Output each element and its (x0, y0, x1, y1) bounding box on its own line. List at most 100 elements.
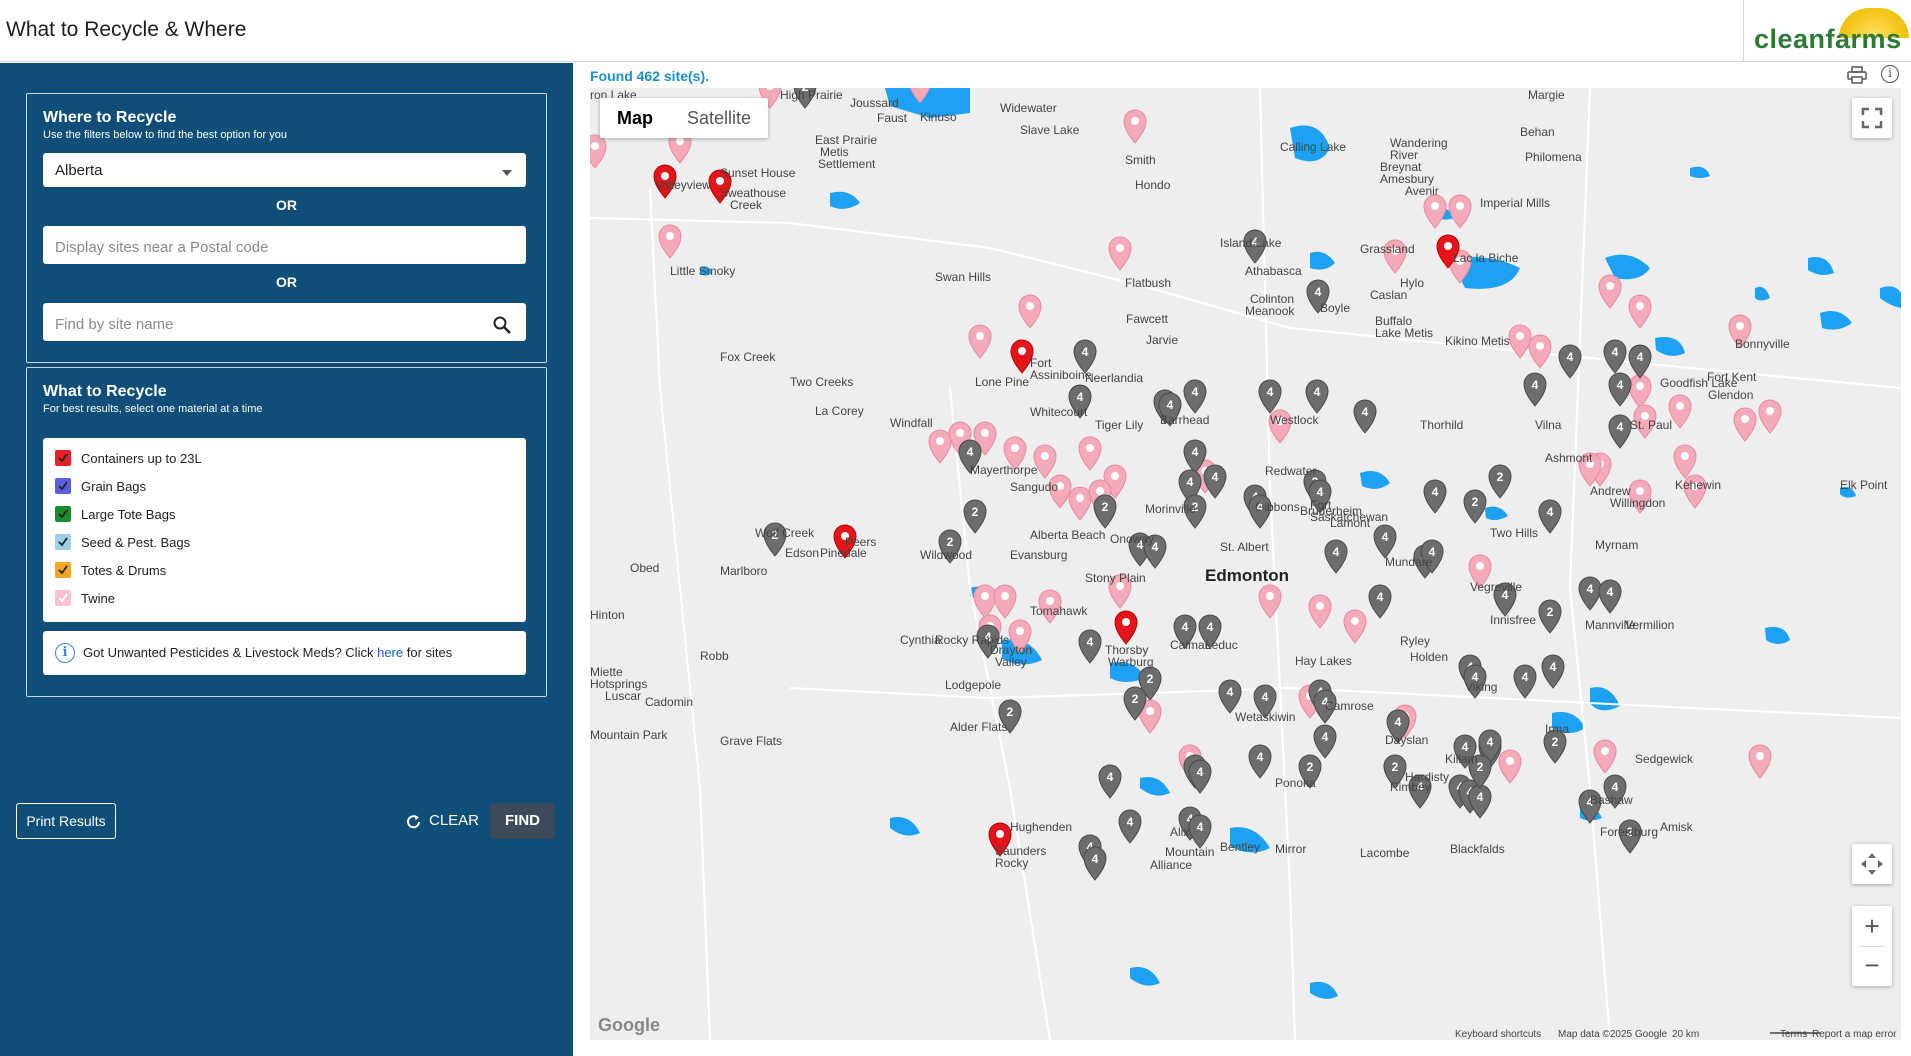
province-select[interactable]: Alberta (43, 153, 526, 187)
checkbox-containers[interactable] (55, 450, 71, 466)
site-marker[interactable] (908, 88, 932, 104)
site-marker[interactable] (1498, 749, 1522, 784)
material-containers[interactable]: Containers up to 23L (55, 448, 355, 468)
keyboard-shortcuts-link[interactable]: Keyboard shortcuts (1455, 1029, 1541, 1040)
site-marker[interactable] (1123, 109, 1147, 144)
site-marker[interactable] (1018, 294, 1042, 329)
cluster-marker[interactable]: 4 (1423, 479, 1447, 514)
checkbox-twine[interactable] (55, 590, 71, 606)
cluster-marker[interactable]: 4 (1083, 846, 1107, 881)
cluster-marker[interactable]: 4 (1078, 629, 1102, 664)
site-marker[interactable] (1598, 274, 1622, 309)
printer-icon[interactable] (1847, 66, 1867, 84)
info-circle-icon[interactable]: i (1881, 65, 1899, 83)
site-marker[interactable] (1114, 610, 1138, 645)
site-marker[interactable] (1628, 294, 1652, 329)
material-grain-bags[interactable]: Grain Bags (55, 476, 355, 496)
cluster-marker[interactable]: 4 (1523, 372, 1547, 407)
cluster-marker[interactable]: 4 (1098, 764, 1122, 799)
material-totes-drums[interactable]: Totes & Drums (55, 560, 355, 580)
cluster-marker[interactable]: 4 (1468, 784, 1492, 819)
cluster-marker[interactable]: 4 (1368, 584, 1392, 619)
cluster-marker[interactable]: 4 (1603, 339, 1627, 374)
terms-link[interactable]: Terms (1780, 1029, 1807, 1040)
site-marker[interactable] (1308, 594, 1332, 629)
site-marker[interactable] (1068, 486, 1092, 521)
search-icon[interactable] (492, 315, 512, 335)
site-marker[interactable] (1508, 324, 1532, 359)
cluster-marker[interactable]: 2 (1463, 489, 1487, 524)
postal-code-input[interactable]: Display sites near a Postal code (43, 226, 526, 264)
cluster-marker[interactable]: 4 (1353, 399, 1377, 434)
clear-button[interactable]: CLEAR (401, 803, 481, 839)
site-marker[interactable] (590, 134, 607, 169)
site-marker[interactable] (973, 584, 997, 619)
checkbox-seed-pest-bags[interactable] (55, 534, 71, 550)
site-marker[interactable] (1078, 436, 1102, 471)
map-type-map-button[interactable]: Map (600, 98, 670, 138)
material-seed-pest-bags[interactable]: Seed & Pest. Bags (55, 532, 355, 552)
site-marker[interactable] (1758, 399, 1782, 434)
checkbox-grain-bags[interactable] (55, 478, 71, 494)
site-marker[interactable] (993, 584, 1017, 619)
site-name-input[interactable]: Find by site name (43, 303, 526, 341)
site-marker[interactable] (1668, 394, 1692, 429)
cluster-marker[interactable]: 4 (1513, 664, 1537, 699)
cluster-marker[interactable]: 2 (1093, 494, 1117, 529)
cluster-marker[interactable]: 4 (1203, 464, 1227, 499)
cluster-marker[interactable]: 4 (1558, 344, 1582, 379)
cluster-marker[interactable]: 4 (1324, 539, 1348, 574)
cluster-marker[interactable]: 4 (1538, 499, 1562, 534)
cluster-marker[interactable]: 4 (1608, 372, 1632, 407)
cluster-marker[interactable]: 4 (1608, 414, 1632, 449)
map-type-satellite-button[interactable]: Satellite (670, 98, 768, 138)
cluster-marker[interactable]: 4 (1373, 524, 1397, 559)
site-marker[interactable] (1423, 194, 1447, 229)
site-marker[interactable] (928, 429, 952, 464)
cluster-marker[interactable]: 4 (1313, 724, 1337, 759)
site-marker[interactable] (1343, 609, 1367, 644)
cluster-marker[interactable]: 4 (1218, 679, 1242, 714)
map-canvas[interactable]: 2444444444444444444224424422444422244444… (590, 88, 1901, 1040)
cluster-marker[interactable]: 4 (1305, 379, 1329, 414)
cluster-marker[interactable]: 4 (1598, 579, 1622, 614)
cluster-marker[interactable]: 2 (963, 499, 987, 534)
site-marker[interactable] (1108, 236, 1132, 271)
site-marker[interactable] (1673, 444, 1697, 479)
cluster-marker[interactable]: 4 (1541, 654, 1565, 689)
report-map-error-link[interactable]: Report a map error (1812, 1029, 1896, 1040)
print-results-button[interactable]: Print Results (16, 803, 116, 839)
site-marker[interactable] (1258, 584, 1282, 619)
site-marker[interactable] (1628, 374, 1652, 409)
site-marker[interactable] (968, 324, 992, 359)
site-marker[interactable] (1593, 739, 1617, 774)
cluster-marker[interactable]: 4 (1248, 744, 1272, 779)
zoom-in-button[interactable]: + (1852, 906, 1892, 946)
material-twine[interactable]: Twine (55, 588, 355, 608)
fullscreen-button[interactable] (1852, 98, 1892, 138)
cluster-marker[interactable]: 4 (1118, 809, 1142, 844)
cluster-marker[interactable]: 4 (1258, 379, 1282, 414)
checkbox-totes-drums[interactable] (55, 562, 71, 578)
site-marker[interactable] (1528, 334, 1552, 369)
checkbox-large-tote-bags[interactable] (55, 506, 71, 522)
camera-control-button[interactable] (1852, 844, 1892, 884)
site-marker[interactable] (658, 224, 682, 259)
cluster-marker[interactable]: 4 (1578, 576, 1602, 611)
cluster-marker[interactable]: 4 (1628, 344, 1652, 379)
site-marker[interactable] (1733, 407, 1757, 442)
cleanfarms-logo[interactable]: cleanfarms (1743, 0, 1911, 62)
cluster-marker[interactable]: 4 (1188, 814, 1212, 849)
cluster-marker[interactable]: 2 (1538, 599, 1562, 634)
postal-code-placeholder: Display sites near a Postal code (55, 239, 269, 256)
pesticides-here-link[interactable]: here (377, 645, 403, 660)
cluster-marker[interactable]: 2 (1488, 464, 1512, 499)
cluster-marker[interactable]: 4 (1183, 379, 1207, 414)
place-label: Ashmont (1545, 451, 1593, 465)
find-button[interactable]: FIND (490, 803, 555, 839)
site-marker[interactable] (1448, 194, 1472, 229)
cluster-marker[interactable]: 4 (1188, 759, 1212, 794)
zoom-out-button[interactable]: − (1852, 946, 1892, 986)
material-large-tote-bags[interactable]: Large Tote Bags (55, 504, 355, 524)
site-marker[interactable] (1748, 744, 1772, 779)
